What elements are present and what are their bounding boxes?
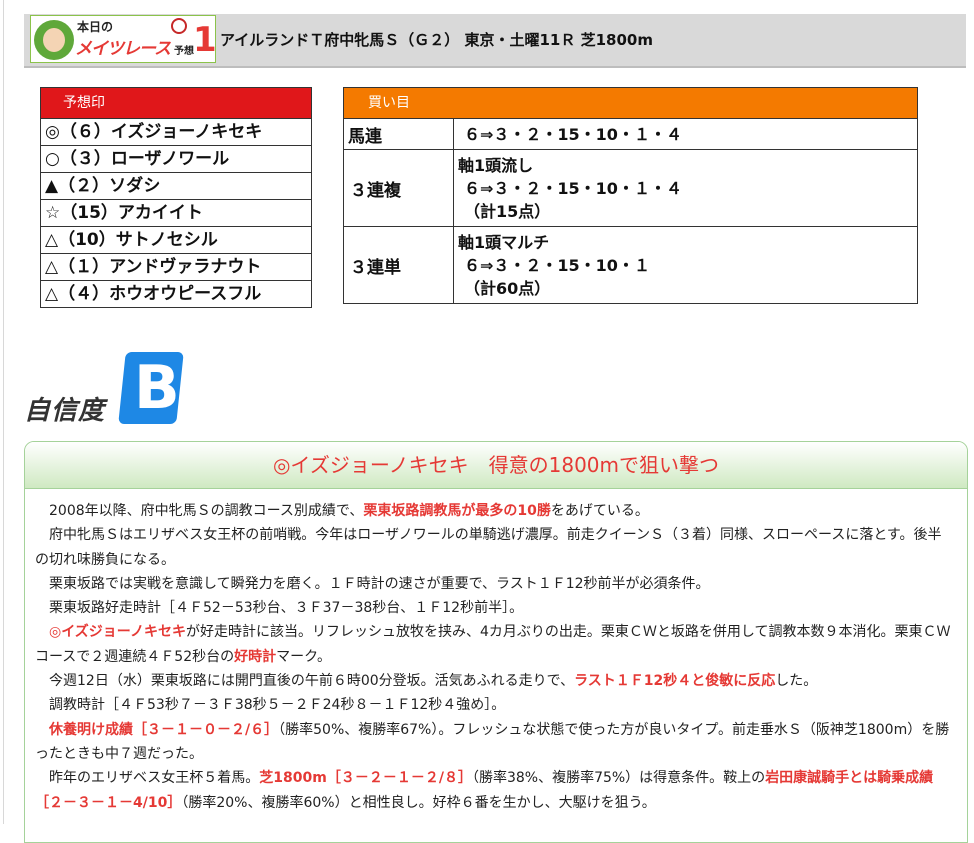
bet-combination: ６⇒３・２・15・10・１・４ (454, 119, 917, 149)
bet-type: ３連単 (344, 227, 454, 303)
analysis-paragraph: 昨年のエリザベス女王杯５着馬。芝1800m［３－２－１－２/８］（勝率38%、複… (35, 766, 953, 815)
highlight-text: 休養明け成績［３－１－０－２/６］ (49, 721, 279, 738)
analysis-body: 2008年以降、府中牝馬Ｓの調教コース別成績で、栗東坂路調教馬が最多の10勝をあ… (25, 489, 967, 815)
body-text: 栗東坂路好走時計［４Ｆ52－53秒台、３Ｆ37－38秒台、１Ｆ12秒前半］。 (35, 600, 524, 617)
logo-number: 1 (193, 20, 216, 60)
analysis-paragraph: 2008年以降、府中牝馬Ｓの調教コース別成績で、栗東坂路調教馬が最多の10勝をあ… (35, 499, 953, 523)
race-title: アイルランドＴ府中牝馬Ｓ（Ｇ２） 東京・土曜11Ｒ 芝1800m (220, 31, 653, 49)
logo-text-main: メイツレース (75, 39, 171, 59)
bet-row-sanrentan: ３連単 軸1頭マルチ ６⇒３・２・15・10・１ （計60点） (344, 226, 917, 303)
confidence-grade: B (134, 353, 180, 423)
highlight-text: 芝1800m［３－２－１－２/８］ (259, 770, 472, 787)
analysis-paragraph: 栗東坂路好走時計［４Ｆ52－53秒台、３Ｆ37－38秒台、１Ｆ12秒前半］。 (35, 596, 953, 620)
body-text: 調教時計［４Ｆ53秒７－３Ｆ38秒５－２Ｆ24秒８－１Ｆ12秒４強め］。 (35, 697, 506, 714)
bet-line: 軸1頭マルチ (458, 233, 550, 252)
bet-line: ６⇒３・２・15・10・１ (464, 256, 650, 275)
bet-combination: 軸1頭マルチ ６⇒３・２・15・10・１ （計60点） (454, 227, 917, 303)
race-header: 本日の メイツレース 予想 1 アイルランドＴ府中牝馬Ｓ（Ｇ２） 東京・土曜11… (24, 14, 966, 68)
bet-line: 軸1頭流し (458, 156, 534, 175)
page-left-border (3, 0, 4, 824)
body-text: （勝率20%、複勝率60%）と相性良し。好枠６番を生かし、大駆けを狙う。 (181, 794, 656, 811)
marks-header: 予想印 (41, 88, 311, 118)
analysis-paragraph: 府中牝馬Ｓはエリザベス女王杯の前哨戦。今年はローザノワールの単騎逃げ濃厚。前走ク… (35, 523, 953, 572)
bet-row-sanrenpuku: ３連複 軸1頭流し ６⇒３・２・15・10・１・４ （計15点） (344, 149, 917, 226)
bet-line: ６⇒３・２・15・10・１・４ (464, 125, 682, 144)
bet-type: ３連複 (344, 150, 454, 226)
analysis-paragraph: 休養明け成績［３－１－０－２/６］（勝率50%、複勝率67%）。フレッシュな状態… (35, 718, 953, 767)
bets-table: 買い目 馬連 ６⇒３・２・15・10・１・４ ３連複 軸1頭流し ６⇒３・２・1… (343, 87, 918, 304)
bet-row-umaren: 馬連 ６⇒３・２・15・10・１・４ (344, 118, 917, 149)
analysis-title: ◎イズジョーノキセキ 得意の1800mで狙い撃つ (25, 442, 967, 489)
mark-row: ◎（６）イズジョーノキセキ (41, 118, 311, 145)
mark-row: △（10）サトノセシル (41, 226, 311, 253)
body-text: をあげている。 (550, 503, 649, 519)
mark-row: ▲（２）ソダシ (41, 172, 311, 199)
analysis-paragraph: 調教時計［４Ｆ53秒７－３Ｆ38秒５－２Ｆ24秒８－１Ｆ12秒４強め］。 (35, 693, 953, 717)
tipster-avatar (34, 20, 74, 60)
analysis-paragraph: 今週12日（水）栗東坂路には開門直後の午前６時00分登坂。活気あふれる走りで、ラ… (35, 669, 953, 693)
highlight-text: ◎イズジョーノキセキ (49, 624, 186, 641)
mark-row: ○（３）ローザノワール (41, 145, 311, 172)
logo-text-prediction: 予想 (174, 46, 194, 57)
highlight-text: 栗東坂路調教馬が最多の10勝 (363, 503, 551, 519)
bet-combination: 軸1頭流し ６⇒３・２・15・10・１・４ （計15点） (454, 150, 917, 226)
body-text (35, 624, 49, 640)
bet-line: （計60点） (464, 279, 551, 298)
analysis-paragraph: ◎イズジョーノキセキが好走時計に該当。リフレッシュ放牧を挟み、4カ月ぶりの出走。… (35, 620, 953, 669)
body-text: 府中牝馬Ｓはエリザベス女王杯の前哨戦。今年はローザノワールの単騎逃げ濃厚。前走ク… (35, 527, 942, 568)
body-text (35, 722, 49, 738)
main-race-logo: 本日の メイツレース 予想 1 (30, 15, 216, 63)
body-text: した。 (775, 673, 818, 690)
body-text: 昨年のエリザベス女王杯５着馬。 (35, 770, 260, 787)
mark-row: △（１）アンドヴァラナウト (41, 253, 311, 280)
confidence-label: 自信度 (24, 396, 106, 426)
prediction-marks-table: 予想印 ◎（６）イズジョーノキセキ ○（３）ローザノワール ▲（２）ソダシ ☆（… (40, 87, 312, 308)
bet-line: （計15点） (464, 202, 551, 221)
mark-row: △（４）ホウオウピースフル (41, 280, 311, 307)
logo-text-today: 本日の (77, 20, 114, 34)
body-text: 今週12日（水）栗東坂路には開門直後の午前６時00分登坂。活気あふれる走りで、 (35, 673, 575, 690)
bet-type: 馬連 (344, 119, 454, 149)
highlight-text: 好時計 (234, 648, 277, 665)
bet-line: ６⇒３・２・15・10・１・４ (464, 179, 682, 198)
body-text: （勝率38%、複勝率75%）は得意条件。鞍上の (471, 770, 766, 787)
bets-header: 買い目 (344, 88, 917, 118)
analysis-paragraph: 栗東坂路では実戦を意識して瞬発力を磨く。１Ｆ時計の速さが重要で、ラスト１Ｆ12秒… (35, 572, 953, 596)
baseball-icon (171, 18, 187, 34)
analysis-panel: ◎イズジョーノキセキ 得意の1800mで狙い撃つ 2008年以降、府中牝馬Ｓの調… (24, 441, 968, 843)
body-text: マーク。 (276, 648, 332, 665)
highlight-text: ラスト１Ｆ12秒４と俊敏に反応 (574, 673, 776, 690)
body-text: 2008年以降、府中牝馬Ｓの調教コース別成績で、 (35, 503, 364, 519)
body-text: 栗東坂路では実戦を意識して瞬発力を磨く。１Ｆ時計の速さが重要で、ラスト１Ｆ12秒… (35, 575, 710, 592)
mark-row: ☆（15）アカイイト (41, 199, 311, 226)
